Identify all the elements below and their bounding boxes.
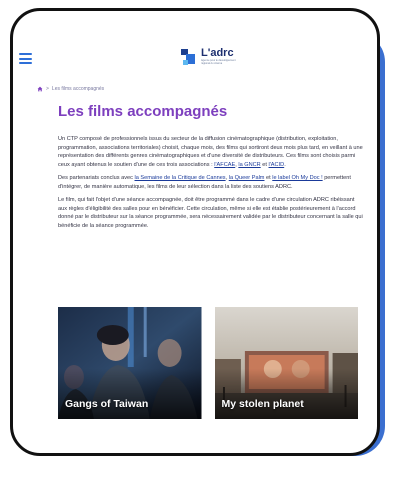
film-card-gangs-of-taiwan[interactable]: Gangs of Taiwan (58, 307, 202, 419)
film-card-title: Gangs of Taiwan (65, 398, 149, 410)
page-title: Les films accompagnés (58, 103, 228, 120)
home-icon[interactable] (37, 86, 43, 92)
logo-tagline: Agence pour le développement régional du… (201, 59, 236, 65)
logo-mark-icon (181, 49, 197, 67)
link-afcae[interactable]: l'AFCAE (214, 162, 235, 168)
link-acid[interactable]: l'ACID (269, 162, 285, 168)
partners-paragraph: Des partenariats conclus avec la Semaine… (58, 175, 351, 190)
site-logo[interactable]: L'adrc Agence pour le développement régi… (181, 47, 243, 73)
logo-name: L'adrc (201, 47, 234, 59)
breadcrumb-current: Les films accompagnés (51, 86, 105, 92)
link-oh-my-doc[interactable]: le label Oh My Doc ! (272, 175, 322, 181)
page-content: Un CTP composé de professionnels issus d… (58, 135, 363, 235)
device-frame: L'adrc Agence pour le développement régi… (10, 8, 380, 456)
film-card-my-stolen-planet[interactable]: My stolen planet (214, 307, 358, 419)
link-gncr[interactable]: la GNCR (238, 162, 260, 168)
hamburger-menu-icon[interactable] (19, 53, 32, 64)
breadcrumb: > Les films accompagnés (37, 86, 104, 92)
film-cards: Gangs of Taiwan My stolen planet (58, 307, 358, 419)
site-header: L'adrc Agence pour le développement régi… (13, 11, 377, 79)
link-queer-palm[interactable]: la Queer Palm (229, 175, 265, 181)
breadcrumb-separator: > (46, 86, 49, 92)
intro-paragraph: Un CTP composé de professionnels issus d… (58, 136, 363, 168)
rules-paragraph: Le film, qui fait l'objet d'une séance a… (58, 197, 363, 229)
film-card-title: My stolen planet (221, 398, 304, 410)
link-semaine-critique[interactable]: la Semaine de la Critique de Cannes (135, 175, 226, 181)
